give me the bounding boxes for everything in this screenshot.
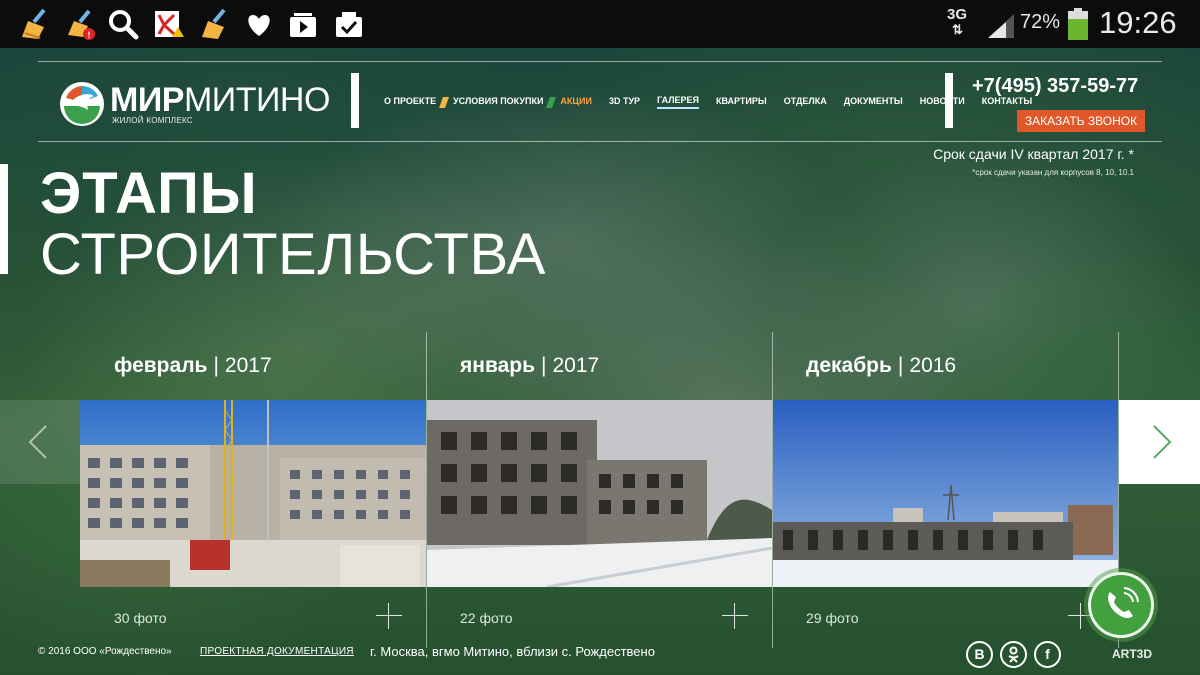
- month-name: декабрь: [806, 354, 892, 377]
- photo-count-feb: 30 фото: [114, 610, 167, 626]
- page-title-line1: ЭТАПЫ: [40, 161, 258, 226]
- deadline-footnote: *срок сдачи указан для корпусов 8, 10, 1…: [972, 168, 1134, 177]
- logo-wordmark: МИРМИТИНО: [110, 80, 330, 120]
- page-title-line2: СТРОИТЕЛЬСТВА: [40, 222, 546, 287]
- nav-purchase-terms[interactable]: УСЛОВИЯ ПОКУПКИ: [453, 96, 543, 108]
- construction-photo: [427, 400, 772, 587]
- address: г. Москва, вгмо Митино, вблизи с. Рождес…: [370, 644, 655, 659]
- header-top-divider: [38, 61, 1162, 62]
- ok-icon[interactable]: [1000, 641, 1027, 668]
- title-accent-bar: [0, 164, 8, 274]
- vk-icon[interactable]: В: [966, 641, 993, 668]
- battery-percent: 72%: [1020, 11, 1061, 33]
- copyright: © 2016 ООО «Рождествено»: [38, 646, 172, 657]
- status-bar: ! 3G ⇅ 72% 19:26: [0, 0, 1200, 48]
- prev-button[interactable]: [0, 400, 80, 484]
- network-type: 3G: [946, 6, 967, 23]
- month-year: 2017: [552, 354, 600, 377]
- gallery-month-feb[interactable]: февраль | 2017: [114, 354, 272, 378]
- phone-number[interactable]: +7(495) 357-59-77: [972, 75, 1138, 98]
- nav-promotions[interactable]: АКЦИИ: [560, 96, 592, 108]
- network-indicator: 3G ⇅: [942, 7, 972, 37]
- cleaner-alert-icon: !: [68, 9, 95, 40]
- photo-count-jan: 22 фото: [460, 610, 513, 626]
- fb-label: f: [1045, 646, 1050, 662]
- month-name: февраль: [114, 354, 208, 377]
- month-year: 2016: [909, 354, 957, 377]
- chevron-right-icon: [1153, 425, 1172, 459]
- gallery-month-dec[interactable]: декабрь | 2016: [806, 354, 956, 378]
- signal-icon: [988, 14, 1014, 38]
- logo-light: МИТИНО: [183, 81, 330, 119]
- construction-photo: [773, 400, 1118, 587]
- search-icon: [109, 10, 139, 40]
- nav-separator: [439, 96, 450, 108]
- gallery-photo-jan[interactable]: [427, 400, 772, 587]
- chevron-left-icon: [28, 425, 47, 459]
- expand-plus-icon[interactable]: [376, 603, 402, 629]
- clipboard-check-icon: [336, 12, 362, 37]
- nav-apartments[interactable]: КВАРТИРЫ: [716, 96, 767, 108]
- month-name: январь: [460, 354, 535, 377]
- construction-photo: [80, 400, 426, 587]
- facebook-icon[interactable]: f: [1034, 641, 1061, 668]
- nav-3d-tour[interactable]: 3D ТУР: [609, 96, 640, 108]
- logo-subtitle: ЖИЛОЙ КОМПЛЕКС: [112, 116, 193, 125]
- clock: 19:26: [1099, 5, 1177, 40]
- nav-news[interactable]: НОВОСТИ: [920, 96, 965, 108]
- gallery-photo-feb[interactable]: [80, 400, 426, 587]
- project-docs-link[interactable]: ПРОЕКТНАЯ ДОКУМЕНТАЦИЯ: [200, 646, 354, 657]
- next-button[interactable]: [1119, 400, 1200, 484]
- cleaner-icon-2: [202, 8, 226, 39]
- logo-bold: МИР: [110, 81, 184, 119]
- callback-button[interactable]: ЗАКАЗАТЬ ЗВОНОК: [1017, 110, 1145, 132]
- art3d-brand[interactable]: ART3D: [1112, 647, 1152, 661]
- cleaner-icon: [22, 8, 46, 39]
- header-left-bar: [351, 73, 359, 128]
- battery-icon: [1068, 8, 1088, 40]
- svg-text:!: !: [88, 30, 91, 40]
- expand-plus-icon[interactable]: [722, 603, 748, 629]
- vk-label: В: [974, 646, 985, 662]
- antivirus-icon: [155, 11, 184, 37]
- video-icon: [290, 13, 316, 37]
- nav-about[interactable]: О ПРОЕКТЕ: [384, 96, 436, 108]
- logo-dove-icon: [60, 82, 104, 126]
- month-year: 2017: [224, 354, 272, 377]
- header-bottom-divider: [38, 141, 1162, 142]
- heart-icon: [248, 15, 270, 36]
- deadline-text: Срок сдачи IV квартал 2017 г. *: [933, 146, 1134, 162]
- data-arrows-icon: ⇅: [952, 22, 963, 37]
- photo-count-dec: 29 фото: [806, 610, 859, 626]
- gallery-month-jan[interactable]: январь | 2017: [460, 354, 599, 378]
- phone-icon: [1108, 587, 1139, 619]
- nav-documents[interactable]: ДОКУМЕНТЫ: [844, 96, 903, 108]
- odnoklassniki-glyph: [1008, 646, 1019, 663]
- nav-finishing[interactable]: ОТДЕЛКА: [784, 96, 827, 108]
- call-button[interactable]: [1088, 572, 1154, 638]
- nav-gallery[interactable]: ГАЛЕРЕЯ: [657, 95, 699, 109]
- nav-separator: [546, 96, 557, 108]
- gallery-photo-dec[interactable]: [773, 400, 1118, 587]
- main-nav: О ПРОЕКТЕ УСЛОВИЯ ПОКУПКИ АКЦИИ 3D ТУР Г…: [384, 95, 1049, 109]
